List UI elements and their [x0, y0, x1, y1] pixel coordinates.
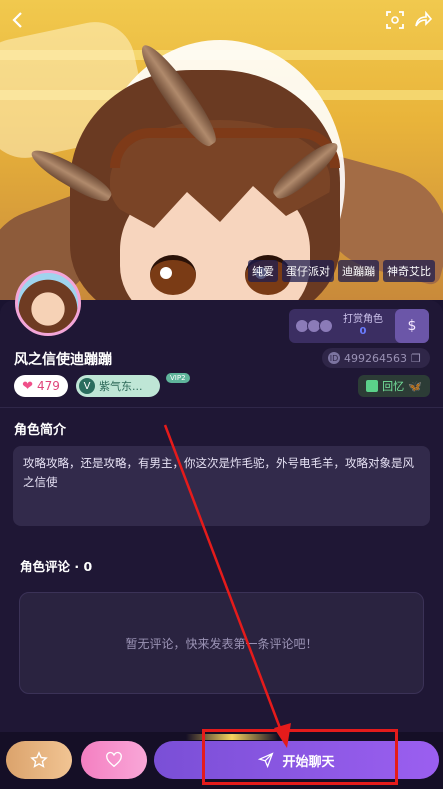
character-name: 风之信使迪蹦蹦	[14, 352, 112, 368]
highlight-box	[202, 729, 398, 785]
comments-empty-state[interactable]: 暂无评论，快来发表第一条评论吧！	[19, 592, 424, 694]
memory-button[interactable]: 回忆 🦋	[358, 375, 430, 397]
star-icon	[30, 751, 48, 768]
tag[interactable]: 神奇艾比	[383, 260, 435, 282]
like-button[interactable]	[81, 741, 147, 779]
creator-avatar-icon: V	[79, 378, 95, 394]
character-avatar[interactable]	[15, 270, 81, 336]
memory-label: 回忆	[382, 380, 405, 393]
heart-icon: ❤	[22, 378, 33, 394]
character-hero-image	[0, 0, 443, 300]
creator-chip[interactable]: V 紫气东...	[76, 375, 160, 397]
favorite-button[interactable]	[6, 741, 72, 779]
copy-icon: ❐	[411, 351, 421, 365]
share-icon[interactable]	[413, 10, 433, 30]
heart-icon	[106, 751, 122, 768]
reward-character-button[interactable]: 打赏角色 0 $	[289, 309, 429, 343]
tag[interactable]: 蛋仔派对	[282, 260, 334, 282]
character-id: 499264563	[344, 351, 407, 365]
tag[interactable]: 迪蹦蹦	[338, 260, 379, 282]
id-icon: ID	[328, 352, 340, 364]
likes-count: 479	[37, 379, 60, 393]
tag[interactable]: 纯爱	[248, 260, 278, 282]
avatar	[319, 319, 333, 333]
chevron-left-icon[interactable]	[8, 10, 28, 30]
reward-count: 0	[359, 326, 367, 337]
character-id-chip[interactable]: ID 499264563 ❐	[322, 348, 430, 368]
memory-icon	[366, 380, 379, 392]
comments-title: 角色评论 · 0	[20, 559, 93, 574]
tag-list: 纯爱 蛋仔派对 迪蹦蹦 神奇艾比	[248, 260, 435, 282]
reward-label: 打赏角色	[343, 314, 383, 325]
likes-badge[interactable]: ❤ 479	[14, 375, 68, 397]
butterfly-icon: 🦋	[408, 379, 422, 393]
character-eye	[150, 255, 196, 295]
scan-icon[interactable]	[385, 10, 405, 30]
empty-comments-text: 暂无评论，快来发表第一条评论吧！	[125, 636, 318, 651]
detail-panel	[0, 300, 443, 789]
intro-title: 角色简介	[14, 423, 67, 438]
intro-text: 攻略攻略，还是攻略，有男主，你这次是炸毛驼，外号电毛羊，攻略对象是风之信使	[13, 446, 430, 526]
money-bag-icon: $	[395, 309, 429, 343]
vip-badge: VIP2	[166, 373, 190, 383]
reward-text: 打赏角色 0	[343, 314, 383, 338]
creator-name: 紫气东...	[99, 380, 143, 393]
divider	[0, 407, 443, 408]
